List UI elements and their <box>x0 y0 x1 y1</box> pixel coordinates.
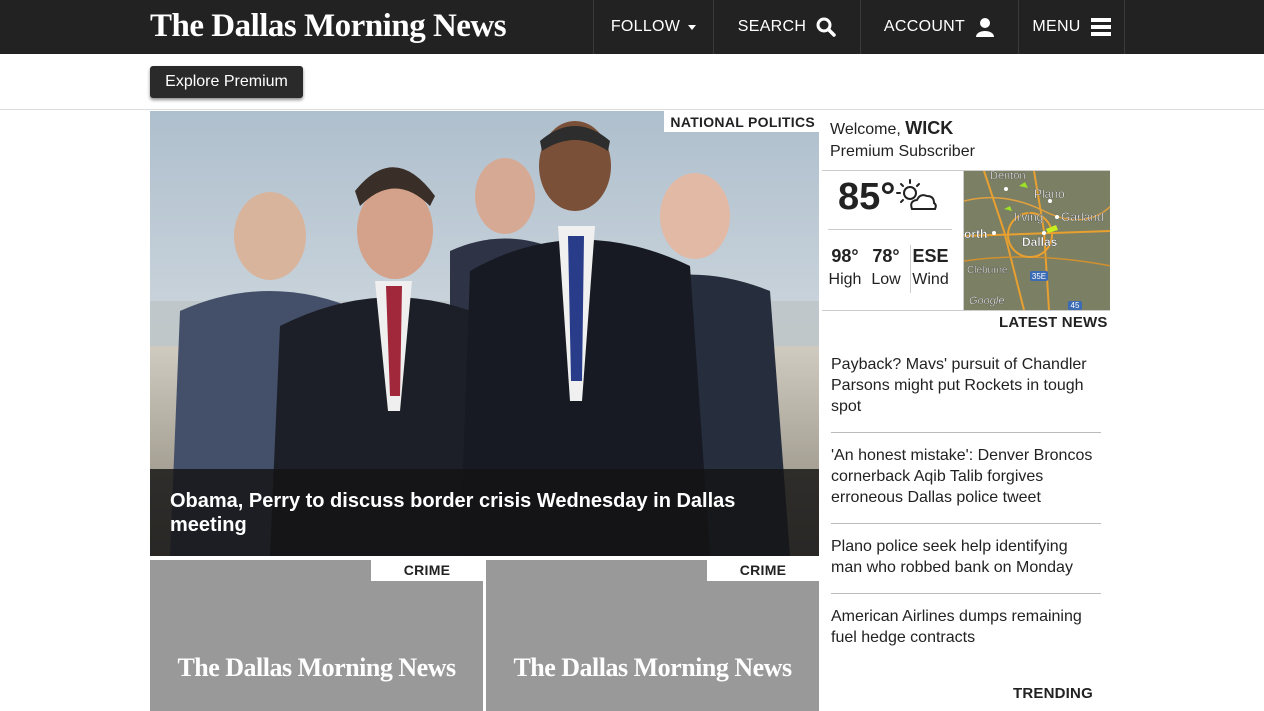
hero-section-tag[interactable]: NATIONAL POLITICS <box>664 111 819 132</box>
story-tile[interactable]: CRIME The Dallas Morning News <box>150 560 483 711</box>
weather-divider <box>828 229 952 230</box>
story-tile[interactable]: CRIME The Dallas Morning News <box>486 560 819 711</box>
weather-widget[interactable]: 85° 98° High 78° Low ESE Wind 35E 45 Den… <box>822 170 1110 311</box>
search-icon <box>816 17 836 37</box>
high-temp-value: 98° <box>831 246 859 266</box>
high-temp: 98° High <box>826 245 864 293</box>
user-name[interactable]: WICK <box>905 118 953 138</box>
search-label: SEARCH <box>737 18 807 35</box>
map-label-plano: Plano <box>1034 187 1065 201</box>
map-label-denton: Denton <box>990 171 1025 182</box>
map-label-cleburne: Cleburne <box>967 265 1008 276</box>
low-temp-value: 78° <box>872 246 900 266</box>
map-label-dallas: Dallas <box>1022 235 1058 249</box>
trending-heading: TRENDING <box>1013 685 1093 702</box>
news-separator <box>831 593 1101 594</box>
premium-bar: Explore Premium <box>0 54 1264 110</box>
explore-premium-button[interactable]: Explore Premium <box>150 66 303 98</box>
menu-label: MENU <box>1032 18 1081 35</box>
user-icon <box>976 18 995 37</box>
latest-news-heading: LATEST NEWS <box>999 314 1108 331</box>
tile-placeholder-logo: The Dallas Morning News <box>177 653 456 682</box>
hero-headline[interactable]: Obama, Perry to discuss border crisis We… <box>170 489 799 537</box>
tile-section-tag[interactable]: CRIME <box>371 560 483 581</box>
latest-news-item[interactable]: American Airlines dumps remaining fuel h… <box>831 606 1101 648</box>
high-temp-label: High <box>828 271 862 288</box>
hero-caption: Obama, Perry to discuss border crisis We… <box>150 469 819 556</box>
account-label: ACCOUNT <box>883 18 966 35</box>
map-label-irving: Irving <box>1014 210 1043 224</box>
low-temp: 78° Low <box>868 245 904 293</box>
welcome-message: Welcome, WICK <box>830 117 953 141</box>
wind-direction: ESE Wind <box>910 245 950 293</box>
site-logo[interactable]: The Dallas Morning News <box>150 6 507 46</box>
weather-radar-map[interactable]: 35E 45 Denton Plano Irving Garland orth … <box>963 171 1110 310</box>
follow-label: FOLLOW <box>610 18 681 35</box>
tile-section-tag[interactable]: CRIME <box>707 560 819 581</box>
latest-news-item[interactable]: 'An honest mistake': Denver Broncos corn… <box>831 445 1101 508</box>
chevron-down-icon <box>688 24 697 30</box>
latest-news-item[interactable]: Payback? Mavs' pursuit of Chandler Parso… <box>831 354 1101 417</box>
map-label-fort-worth: orth <box>964 227 987 241</box>
partly-sunny-icon <box>896 179 937 210</box>
follow-menu-button[interactable]: FOLLOW <box>593 0 713 54</box>
hero-story[interactable]: NATIONAL POLITICS Obama, Perry to discus… <box>150 111 819 556</box>
hamburger-icon <box>1090 18 1111 36</box>
news-separator <box>831 432 1101 433</box>
welcome-prefix: Welcome, <box>830 121 901 138</box>
wind-value: ESE <box>912 246 949 266</box>
current-temperature: 85° <box>838 176 896 218</box>
news-separator <box>831 523 1101 524</box>
google-attribution: Google <box>969 295 1004 307</box>
low-temp-label: Low <box>871 271 901 288</box>
map-label-garland: Garland <box>1061 210 1104 224</box>
wind-label: Wind <box>912 271 949 288</box>
radar-map-image: 35E 45 Denton Plano Irving Garland orth … <box>964 171 1110 310</box>
top-navigation-bar: The Dallas Morning News FOLLOW SEARCH AC… <box>0 0 1264 54</box>
tile-placeholder-logo: The Dallas Morning News <box>513 653 792 682</box>
search-button[interactable]: SEARCH <box>713 0 860 54</box>
subscriber-status: Premium Subscriber <box>830 143 975 160</box>
menu-button[interactable]: MENU <box>1018 0 1125 54</box>
account-button[interactable]: ACCOUNT <box>860 0 1018 54</box>
highway-45-label: 45 <box>1071 301 1080 310</box>
latest-news-item[interactable]: Plano police seek help identifying man w… <box>831 536 1101 578</box>
highway-35e-label: 35E <box>1032 272 1046 281</box>
